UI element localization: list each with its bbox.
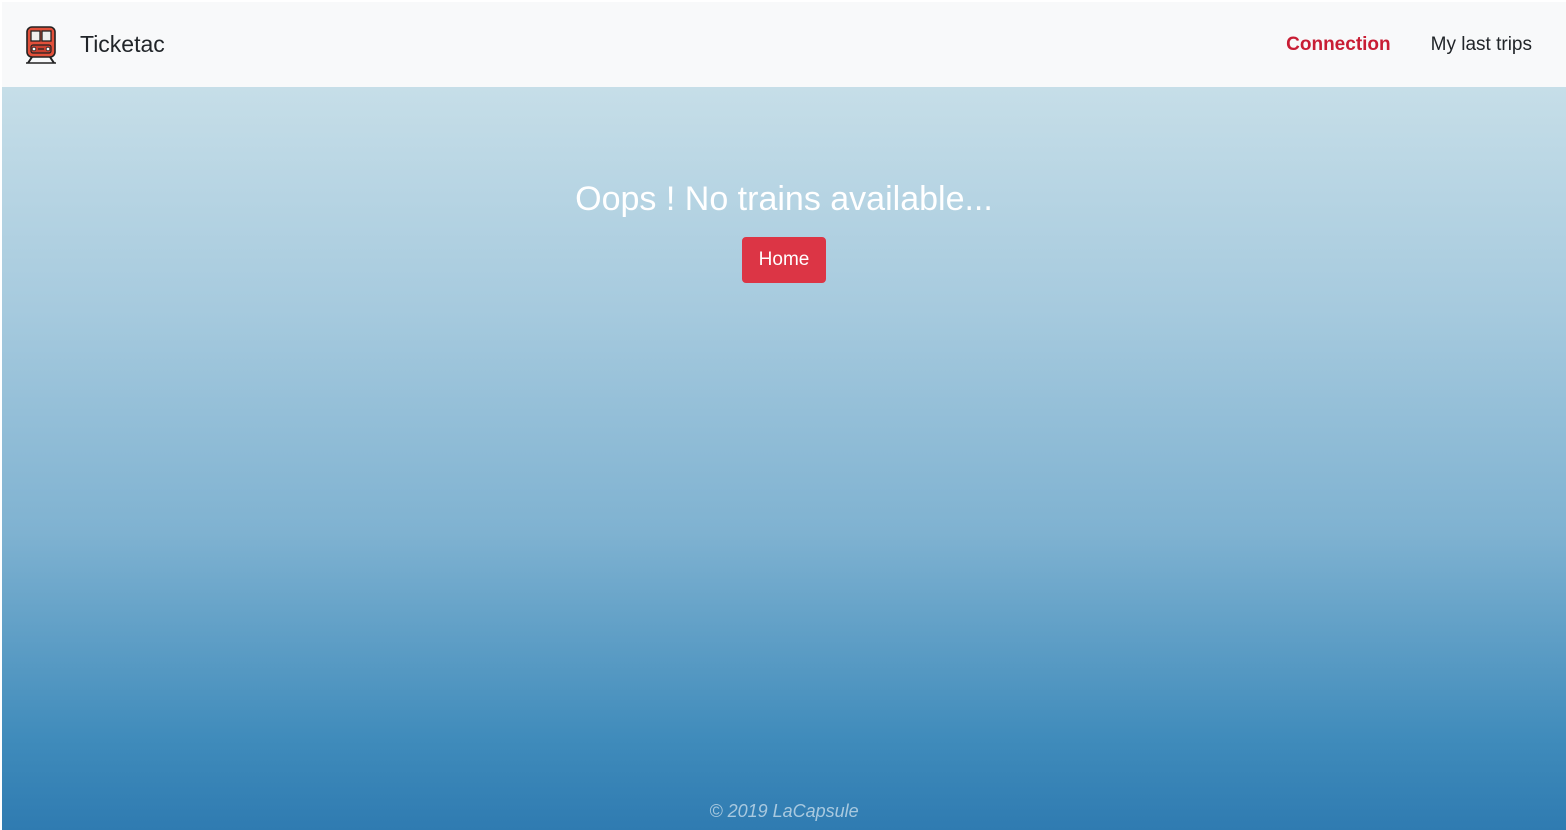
home-button[interactable]: Home: [742, 237, 826, 283]
nav-links: Connection My last trips: [1246, 34, 1532, 56]
no-trains-message: Oops ! No trains available... Home: [2, 177, 1566, 283]
nav-link-my-last-trips[interactable]: My last trips: [1431, 34, 1532, 56]
brand-name: Ticketac: [80, 31, 165, 57]
train-icon: [26, 25, 56, 64]
hero-section: Oops ! No trains available... Home © 201…: [2, 87, 1566, 830]
brand-link[interactable]: Ticketac: [24, 25, 165, 64]
footer-copyright: © 2019 LaCapsule: [709, 801, 859, 821]
page-title: Oops ! No trains available...: [575, 180, 993, 218]
nav-link-connection[interactable]: Connection: [1286, 34, 1391, 56]
navbar: Ticketac Connection My last trips: [2, 2, 1566, 87]
